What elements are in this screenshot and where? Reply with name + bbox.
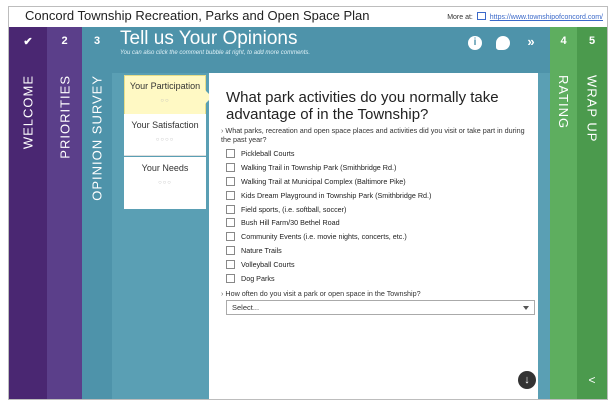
chevron-right-icon: › <box>221 289 224 298</box>
frequency-prompt: › How often do you visit a park or open s… <box>221 289 421 298</box>
question-prompt: › What parks, recreation and open space p… <box>221 126 525 144</box>
info-icon[interactable]: i <box>468 36 482 50</box>
app-frame: Concord Township Recreation, Parks and O… <box>8 6 608 400</box>
step-label: WRAP UP <box>584 75 600 143</box>
top-bar: Concord Township Recreation, Parks and O… <box>9 7 607 27</box>
frequency-select[interactable]: Select... <box>226 300 535 315</box>
survey-title: Tell us Your Opinions <box>120 28 298 49</box>
step-priorities[interactable]: 2 PRIORITIES <box>47 27 82 399</box>
app-title: Concord Township Recreation, Parks and O… <box>25 8 370 23</box>
activity-option[interactable]: Volleyball Courts <box>226 257 431 271</box>
checkbox[interactable] <box>226 163 235 173</box>
checkbox[interactable] <box>226 190 235 200</box>
website-link[interactable]: https://www.townshipofconcord.com/ <box>490 14 603 21</box>
checkbox[interactable] <box>226 149 235 159</box>
step-label: OPINION SURVEY <box>89 75 105 201</box>
step-number: 4 <box>560 35 567 47</box>
checkbox[interactable] <box>226 232 235 242</box>
checkbox[interactable] <box>226 176 235 186</box>
step-number: 5 <box>588 35 596 47</box>
more-at-label: More at: <box>447 14 473 21</box>
tab-label: Your Participation <box>129 81 201 91</box>
step-number: 2 <box>61 35 68 47</box>
step-welcome[interactable]: ✔ WELCOME <box>9 27 47 399</box>
activity-option[interactable]: Field sports, (i.e. softball, soccer) <box>226 202 431 216</box>
tab-label: Your Satisfaction <box>131 120 199 130</box>
checkbox[interactable] <box>226 245 235 255</box>
question-card: What park activities do you normally tak… <box>209 73 538 399</box>
activity-option[interactable]: Dog Parks <box>226 271 431 285</box>
checkbox[interactable] <box>226 259 235 269</box>
share-icon[interactable]: < <box>588 373 595 387</box>
caret-down-icon <box>523 306 529 310</box>
step-wrap-up[interactable]: 5 WRAP UP < <box>577 27 607 399</box>
checkbox[interactable] <box>226 204 235 214</box>
question-heading: What park activities do you normally tak… <box>226 89 499 123</box>
activity-option[interactable]: Walking Trail in Township Park (Smithbri… <box>226 161 431 175</box>
step-label: WELCOME <box>20 75 36 150</box>
checkbox[interactable] <box>226 273 235 283</box>
external-link-icon <box>476 12 486 20</box>
activity-option[interactable]: Nature Trails <box>226 244 431 258</box>
checkbox[interactable] <box>226 218 235 228</box>
double-chevron-right-icon[interactable]: » <box>524 35 538 50</box>
step-label: PRIORITIES <box>57 75 72 159</box>
activity-option[interactable]: Pickleball Courts <box>226 147 431 161</box>
more-at: More at: https://www.townshipofconcord.c… <box>447 12 603 21</box>
tab-your-needs[interactable]: Your Needs ○○○ <box>124 157 206 209</box>
checkmark-icon: ✔ <box>23 36 33 48</box>
chevron-right-icon: › <box>221 126 224 135</box>
activity-option[interactable]: Bush Hill Farm/30 Bethel Road <box>226 216 431 230</box>
select-value: Select... <box>232 303 260 312</box>
activity-option[interactable]: Kids Dream Playground in Township Park (… <box>226 188 431 202</box>
tab-your-participation[interactable]: Your Participation ○○ <box>124 75 212 115</box>
activity-options: Pickleball Courts Walking Trail in Towns… <box>226 147 431 285</box>
step-number: 3 <box>93 35 101 47</box>
activity-option[interactable]: Community Events (i.e. movie nights, con… <box>226 230 431 244</box>
header-icons: i » <box>468 35 538 50</box>
tab-label: Your Needs <box>141 163 189 173</box>
tab-your-satisfaction[interactable]: Your Satisfaction ○○○○ <box>124 114 206 156</box>
progress-dots: ○○ <box>160 98 170 104</box>
comment-bubble-icon[interactable] <box>496 36 510 50</box>
step-opinion-survey[interactable]: 3 OPINION SURVEY <box>82 27 112 399</box>
survey-header: Tell us Your Opinions You can also click… <box>112 27 550 73</box>
step-rating[interactable]: 4 RATING <box>550 27 577 399</box>
next-arrow-button[interactable]: ↓ <box>518 371 536 389</box>
step-label: RATING <box>556 75 571 130</box>
survey-subtitle: You can also click the comment bubble at… <box>120 50 311 56</box>
activity-option[interactable]: Walking Trail at Municipal Complex (Balt… <box>226 175 431 189</box>
progress-dots: ○○○ <box>158 180 172 186</box>
progress-dots: ○○○○ <box>155 137 175 143</box>
